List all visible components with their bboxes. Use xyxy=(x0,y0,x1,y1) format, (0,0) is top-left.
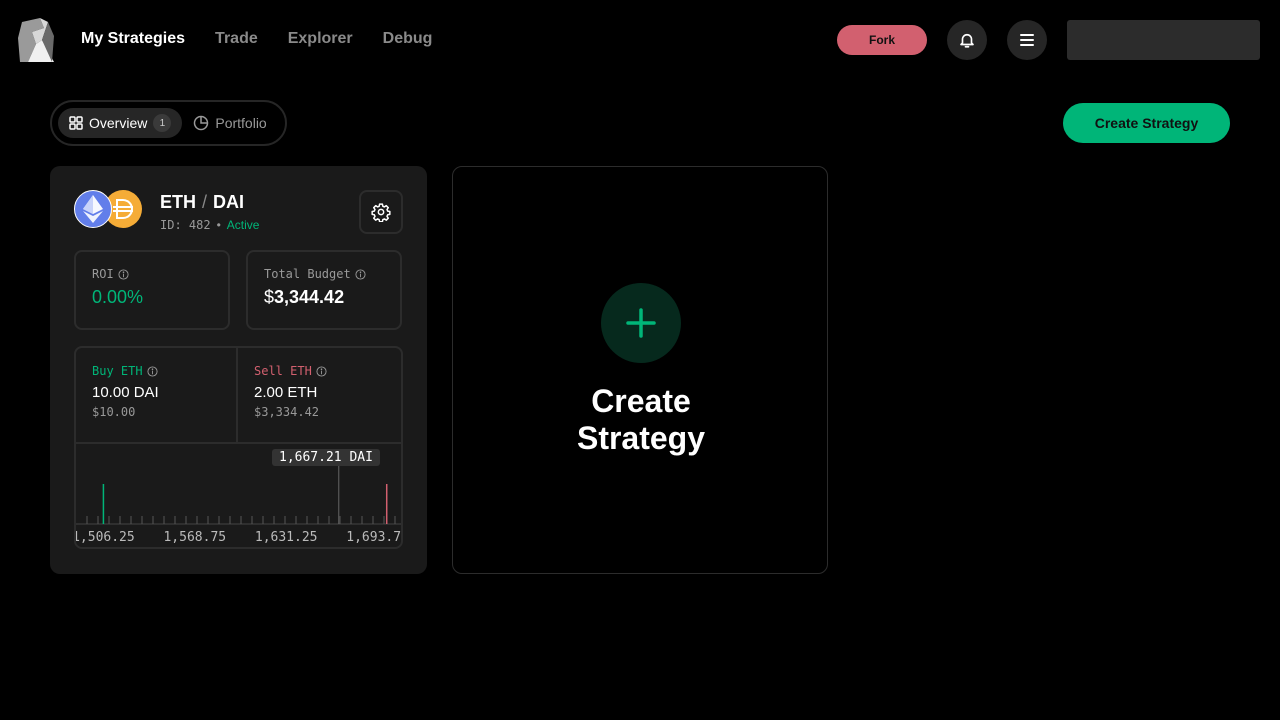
buy-label-row: Buy ETH xyxy=(92,364,220,378)
notifications-button[interactable] xyxy=(947,20,987,60)
menu-button[interactable] xyxy=(1007,20,1047,60)
axis-tick-label: 1,693.75 xyxy=(346,530,403,545)
pair-separator: / xyxy=(202,192,208,212)
nav-trade[interactable]: Trade xyxy=(215,30,258,48)
nav-explorer[interactable]: Explorer xyxy=(288,30,353,48)
overview-count-badge: 1 xyxy=(153,114,172,132)
tab-overview[interactable]: Overview 1 xyxy=(58,108,183,138)
buy-label: Buy ETH xyxy=(92,364,143,378)
ethereum-icon xyxy=(83,195,103,223)
info-icon[interactable] xyxy=(147,365,158,377)
buy-order: Buy ETH 10.00 DAI $10.00 xyxy=(76,348,238,442)
status-badge: Active xyxy=(226,218,260,232)
strategy-id: ID: 482 xyxy=(160,218,211,232)
token-pair-title: ETH / DAI xyxy=(160,192,244,213)
bell-icon xyxy=(960,33,974,48)
roi-label: ROI xyxy=(92,267,114,281)
tab-overview-label: Overview xyxy=(89,115,148,131)
orders-panel: Buy ETH 10.00 DAI $10.00 Sell ETH 2.00 E… xyxy=(74,346,403,549)
total-budget-stat: Total Budget $3,344.42 xyxy=(246,250,402,330)
view-switch: Overview 1 Portfolio xyxy=(50,100,287,146)
nav-my-strategies[interactable]: My Strategies xyxy=(81,30,185,48)
strategy-card: ETH / DAI ID: 482 • Active ROI 0.00% Tot… xyxy=(50,166,427,574)
create-strategy-label: Create Strategy xyxy=(576,383,706,456)
gear-icon xyxy=(371,203,391,222)
sell-label: Sell ETH xyxy=(254,364,312,378)
main-nav: My Strategies Trade Explorer Debug xyxy=(81,30,432,48)
axis-tick-label: 1,506.25 xyxy=(74,530,135,545)
nav-debug[interactable]: Debug xyxy=(383,30,433,48)
create-strategy-button[interactable]: Create Strategy xyxy=(1063,103,1230,143)
create-strategy-card[interactable]: Create Strategy xyxy=(452,166,828,574)
info-icon[interactable] xyxy=(316,365,327,377)
top-header: My Strategies Trade Explorer Debug Fork xyxy=(0,0,1280,80)
current-price-label: 1,667.21 DAI xyxy=(272,449,380,466)
budget-label-row: Total Budget xyxy=(264,267,384,281)
eth-token-logo xyxy=(74,190,112,228)
roi-value: 0.00% xyxy=(92,287,144,307)
carbon-logo-icon[interactable] xyxy=(18,18,56,62)
sell-order: Sell ETH 2.00 ETH $3,334.42 xyxy=(238,348,400,442)
create-strategy-text: Create Strategy xyxy=(453,383,829,457)
budget-value: $3,344.42 xyxy=(264,287,384,308)
sell-label-row: Sell ETH xyxy=(254,364,384,378)
dai-icon xyxy=(113,199,133,219)
base-token: ETH xyxy=(160,192,196,212)
buy-amount: 10.00 DAI xyxy=(92,384,159,401)
hamburger-menu-icon xyxy=(1020,34,1034,46)
price-range-chart: 1,667.21 DAI 1,506.25 1,568.75 1,631.25 1,6… xyxy=(74,442,403,547)
roi-label-row: ROI xyxy=(92,267,212,281)
sell-amount: 2.00 ETH xyxy=(254,384,318,401)
budget-amount: 3,344.42 xyxy=(274,287,345,307)
plus-icon xyxy=(626,308,656,338)
budget-currency: $ xyxy=(264,287,275,307)
axis-tick-label: 1,631.25 xyxy=(254,530,318,545)
grid-icon xyxy=(69,116,83,130)
strategy-meta: ID: 482 • Active xyxy=(160,218,259,232)
axis-tick-label: 1,568.75 xyxy=(163,530,227,545)
meta-dot: • xyxy=(216,218,221,232)
tab-portfolio-label: Portfolio xyxy=(215,115,267,131)
info-icon[interactable] xyxy=(118,268,129,280)
info-icon[interactable] xyxy=(355,268,366,280)
tab-portfolio[interactable]: Portfolio xyxy=(182,108,277,138)
add-strategy-button[interactable] xyxy=(601,283,681,363)
pie-chart-icon xyxy=(194,115,209,131)
fork-button[interactable]: Fork xyxy=(837,25,927,55)
strategy-settings-button[interactable] xyxy=(359,190,403,234)
quote-token: DAI xyxy=(213,192,245,212)
sell-usd: $3,334.42 xyxy=(254,405,320,419)
budget-label: Total Budget xyxy=(264,267,351,281)
roi-stat: ROI 0.00% xyxy=(74,250,230,330)
wallet-connect-area[interactable] xyxy=(1067,20,1260,60)
buy-usd: $10.00 xyxy=(92,405,136,419)
